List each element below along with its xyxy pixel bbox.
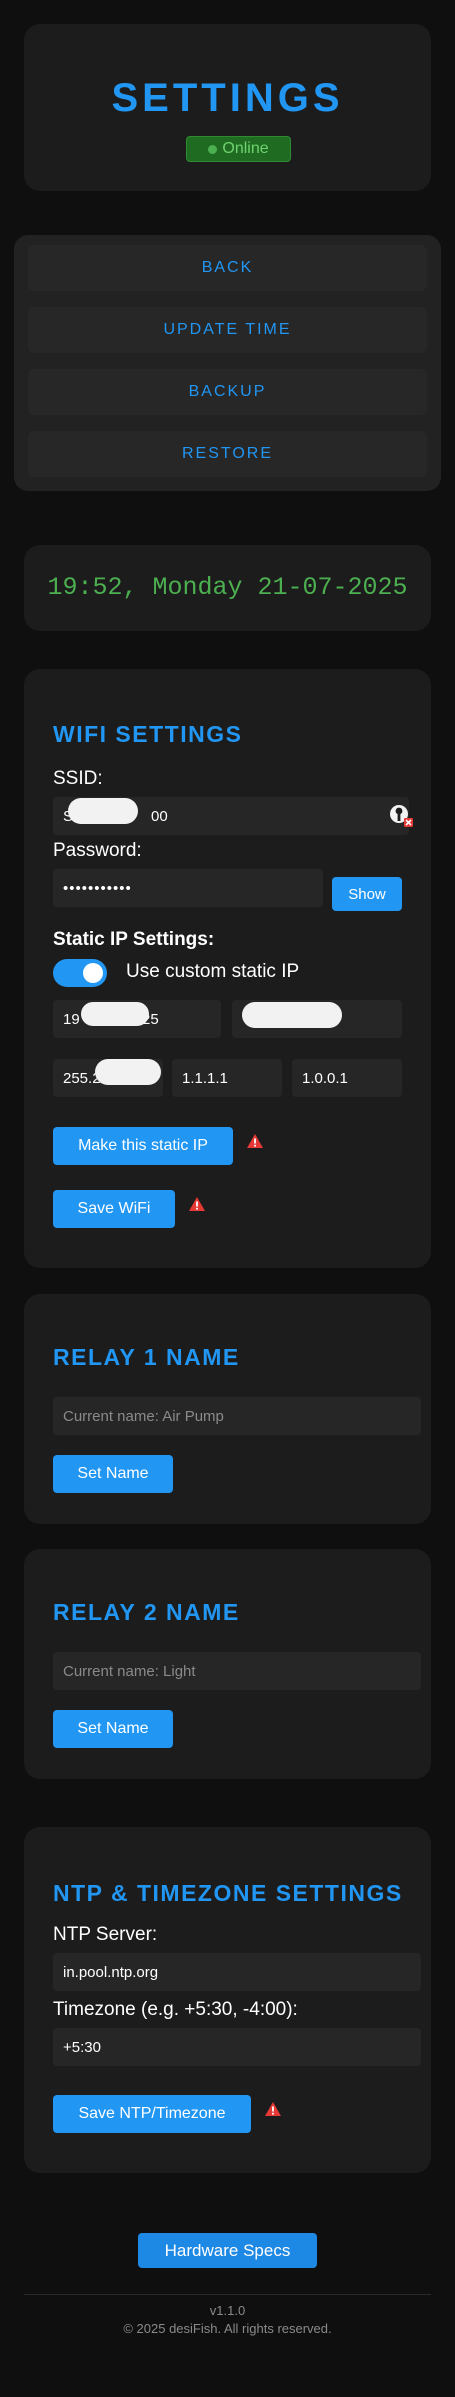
update-time-button[interactable]: UPDATE TIME [28, 307, 427, 353]
header-card: SETTINGS Online [24, 24, 431, 191]
restore-button[interactable]: RESTORE [28, 431, 427, 477]
password-label: Password: [53, 840, 142, 861]
redaction-blur [242, 1002, 342, 1028]
redaction-blur [68, 798, 138, 824]
ntp-server-input[interactable]: in.pool.ntp.org [53, 1953, 421, 1991]
save-wifi-button[interactable]: Save WiFi [53, 1190, 175, 1228]
ip-prefix: 19 [63, 1010, 80, 1028]
status-dot-icon [208, 144, 218, 154]
redaction-blur [95, 1059, 161, 1085]
relay2-card: RELAY 2 NAME Current name: Light Set Nam… [24, 1549, 431, 1779]
status-badge: Online [186, 136, 291, 162]
status-text: Online [222, 140, 269, 157]
warning-icon [265, 2102, 281, 2116]
nav-card: BACK UPDATE TIME BACKUP RESTORE [14, 235, 441, 491]
relay1-card: RELAY 1 NAME Current name: Air Pump Set … [24, 1294, 431, 1524]
redaction-blur [81, 1002, 149, 1026]
custom-static-ip-toggle[interactable] [53, 959, 107, 987]
toggle-knob [83, 963, 103, 983]
back-button[interactable]: BACK [28, 245, 427, 291]
wifi-settings-title: WIFI SETTINGS [53, 721, 243, 747]
relay1-title: RELAY 1 NAME [53, 1344, 240, 1370]
static-ip-settings-label: Static IP Settings: [53, 929, 215, 950]
timezone-input[interactable]: +5:30 [53, 2028, 421, 2066]
page-title: SETTINGS [111, 76, 344, 120]
ntp-timezone-title: NTP & TIMEZONE SETTINGS [53, 1880, 403, 1906]
relay2-name-input[interactable]: Current name: Light [53, 1652, 421, 1690]
dns1-input[interactable]: 1.1.1.1 [172, 1059, 282, 1097]
relay1-set-name-button[interactable]: Set Name [53, 1455, 173, 1493]
save-ntp-timezone-button[interactable]: Save NTP/Timezone [53, 2095, 251, 2133]
timezone-label: Timezone (e.g. +5:30, -4:00): [53, 1999, 298, 2020]
current-time: 19:52, Monday 21-07-2025 [47, 573, 408, 602]
make-static-ip-button[interactable]: Make this static IP [53, 1127, 233, 1165]
copyright-text: © 2025 desiFish. All rights reserved. [123, 2321, 332, 2336]
show-password-button[interactable]: Show [332, 877, 402, 911]
time-card: 19:52, Monday 21-07-2025 [24, 545, 431, 631]
ssid-value-suffix: 00 [151, 807, 168, 825]
warning-icon [247, 1134, 263, 1148]
footer-divider [24, 2294, 431, 2295]
ntp-timezone-card: NTP & TIMEZONE SETTINGS NTP Server: in.p… [24, 1827, 431, 2173]
password-input[interactable]: ••••••••••• [53, 869, 323, 907]
ssid-label: SSID: [53, 768, 103, 789]
password-manager-key-icon[interactable] [389, 802, 413, 828]
ntp-server-label: NTP Server: [53, 1924, 158, 1945]
custom-static-ip-label: Use custom static IP [126, 961, 300, 982]
relay2-title: RELAY 2 NAME [53, 1599, 240, 1625]
relay2-set-name-button[interactable]: Set Name [53, 1710, 173, 1748]
version-text: v1.1.0 [209, 2303, 246, 2318]
relay1-name-input[interactable]: Current name: Air Pump [53, 1397, 421, 1435]
backup-button[interactable]: BACKUP [28, 369, 427, 415]
wifi-settings-card: WIFI SETTINGS SSID: S 00 Password: •••••… [24, 669, 431, 1268]
warning-icon [189, 1197, 205, 1211]
dns2-input[interactable]: 1.0.0.1 [292, 1059, 402, 1097]
hardware-specs-button[interactable]: Hardware Specs [138, 2233, 317, 2268]
